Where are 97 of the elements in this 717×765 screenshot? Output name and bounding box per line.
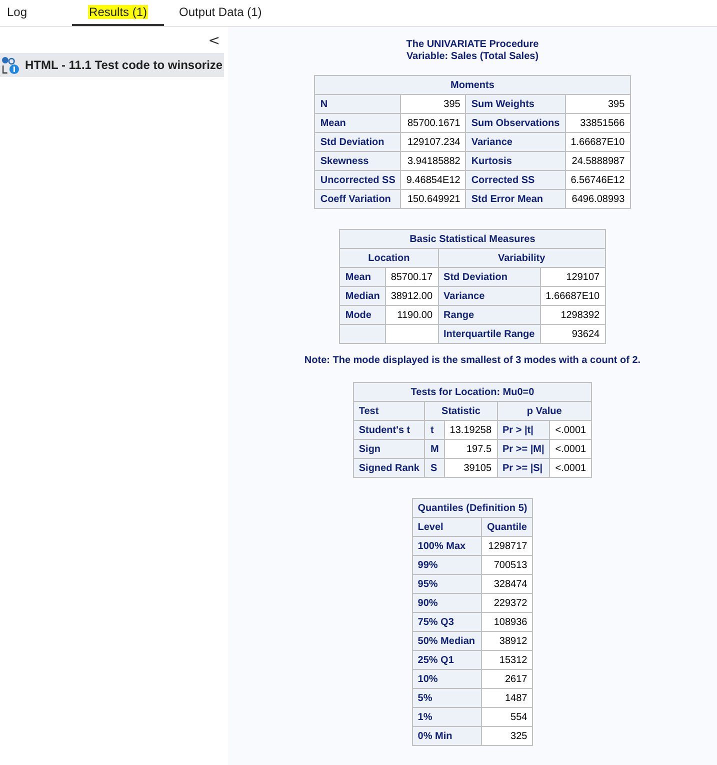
- table-cell: 395: [400, 94, 466, 114]
- row-header: Variance: [466, 132, 566, 152]
- table-cell: 2617: [481, 670, 533, 688]
- row-header: Sum Weights: [466, 94, 566, 114]
- table-title: Quantiles (Definition 5): [412, 498, 533, 518]
- collapse-button[interactable]: <: [204, 32, 224, 50]
- column-header: Quantile: [481, 518, 533, 536]
- table-cell: 700513: [481, 556, 533, 574]
- report-title: The UNIVARIATE Procedure: [406, 39, 539, 51]
- result-icon: [2, 56, 19, 74]
- row-header: Student's t: [353, 420, 425, 440]
- tab[interactable]: Log: [0, 0, 44, 26]
- table-cell: 24.5888987: [565, 152, 630, 170]
- row-header: Mean: [314, 114, 401, 132]
- row-header: 25% Q1: [412, 650, 482, 670]
- table-cell: 93624: [540, 324, 606, 344]
- row-header: M: [424, 440, 444, 458]
- row-header: Variance: [438, 286, 540, 306]
- row-header: Pr > |t|: [497, 420, 550, 440]
- row-header: Pr >= |M|: [497, 440, 550, 458]
- table-cell: 395: [565, 94, 630, 114]
- row-header: 1%: [412, 708, 482, 726]
- table-cell: 129107.234: [400, 132, 466, 152]
- table-cell: 229372: [481, 594, 533, 612]
- column-header: Test: [353, 402, 425, 420]
- row-header: N: [314, 94, 401, 114]
- row-header: 5%: [412, 688, 482, 708]
- table-title: Basic Statistical Measures: [340, 230, 606, 248]
- row-header: Interquartile Range: [438, 324, 540, 344]
- row-header: Coeff Variation: [314, 190, 401, 208]
- row-header: 10%: [412, 670, 482, 688]
- table-cell: 38912.00: [385, 286, 438, 306]
- table-cell: 1190.00: [385, 306, 438, 324]
- table-cell: 1.66687E10: [565, 132, 630, 152]
- row-header: Std Deviation: [438, 268, 540, 286]
- row-header: Sign: [353, 440, 425, 458]
- table-cell: 325: [481, 726, 533, 746]
- row-header: Mode: [340, 306, 386, 324]
- row-header: Kurtosis: [466, 152, 566, 170]
- table-cell: 129107: [540, 268, 606, 286]
- table-cell: <.0001: [550, 440, 592, 458]
- row-header: Std Deviation: [314, 132, 401, 152]
- row-header: 95%: [412, 574, 482, 594]
- row-header: 99%: [412, 556, 482, 574]
- row-header: S: [424, 458, 444, 478]
- report-title: Variable: Sales (Total Sales): [406, 51, 539, 63]
- table-cell: 38912: [481, 632, 533, 650]
- table-cell: 13.19258: [444, 420, 498, 440]
- table-cell: 197.5: [444, 440, 498, 458]
- row-header: Pr >= |S|: [497, 458, 550, 478]
- table-cell: 1298717: [481, 536, 533, 556]
- row-header: [340, 324, 386, 344]
- row-header: 100% Max: [412, 536, 482, 556]
- row-header: 75% Q3: [412, 612, 482, 632]
- table-title: Tests for Location: Mu0=0: [353, 382, 592, 402]
- column-header: Location: [340, 248, 438, 268]
- table-cell: 6.56746E12: [565, 170, 630, 190]
- table-cell: 33851566: [565, 114, 630, 132]
- table-cell: <.0001: [550, 420, 592, 440]
- row-header: Mean: [340, 268, 386, 286]
- row-header: Median: [340, 286, 386, 306]
- table-cell: 554: [481, 708, 533, 726]
- row-header: Std Error Mean: [466, 190, 566, 208]
- table-cell: 1298392: [540, 306, 606, 324]
- result-label: HTML - 11.1 Test code to winsorize: [25, 58, 223, 72]
- row-header: Uncorrected SS: [314, 170, 401, 190]
- table-cell: 6496.08993: [565, 190, 630, 208]
- table-cell: 85700.1671: [400, 114, 466, 132]
- table-cell: 9.46854E12: [400, 170, 466, 190]
- row-header: Sum Observations: [466, 114, 566, 132]
- table-cell: <.0001: [550, 458, 592, 478]
- table-cell: 85700.17: [385, 268, 438, 286]
- row-header: Skewness: [314, 152, 401, 170]
- row-header: t: [424, 420, 444, 440]
- column-header: p Value: [497, 402, 592, 420]
- table-cell: 1.66687E10: [540, 286, 606, 306]
- row-header: Corrected SS: [466, 170, 566, 190]
- row-header: Range: [438, 306, 540, 324]
- row-header: 90%: [412, 594, 482, 612]
- table-title: Moments: [314, 76, 630, 94]
- row-header: Signed Rank: [353, 458, 425, 478]
- column-header: Variability: [438, 248, 606, 268]
- table-cell: 3.94185882: [400, 152, 466, 170]
- table-cell: 108936: [481, 612, 533, 632]
- column-header: Level: [412, 518, 482, 536]
- table-cell: 15312: [481, 650, 533, 670]
- note-text: Note: The mode displayed is the smallest of 3 modes with a count of 2.: [304, 355, 641, 366]
- row-header: 0% Min: [412, 726, 482, 746]
- table-cell: 1487: [481, 688, 533, 708]
- column-header: Statistic: [424, 402, 498, 420]
- table-cell: 39105: [444, 458, 498, 478]
- table-cell: 150.649921: [400, 190, 466, 208]
- result-item[interactable]: HTML - 11.1 Test code to winsorize: [0, 53, 224, 77]
- table-cell: [385, 324, 438, 344]
- table-cell: 328474: [481, 574, 533, 594]
- row-header: 50% Median: [412, 632, 482, 650]
- tab[interactable]: Output Data (1): [172, 0, 279, 26]
